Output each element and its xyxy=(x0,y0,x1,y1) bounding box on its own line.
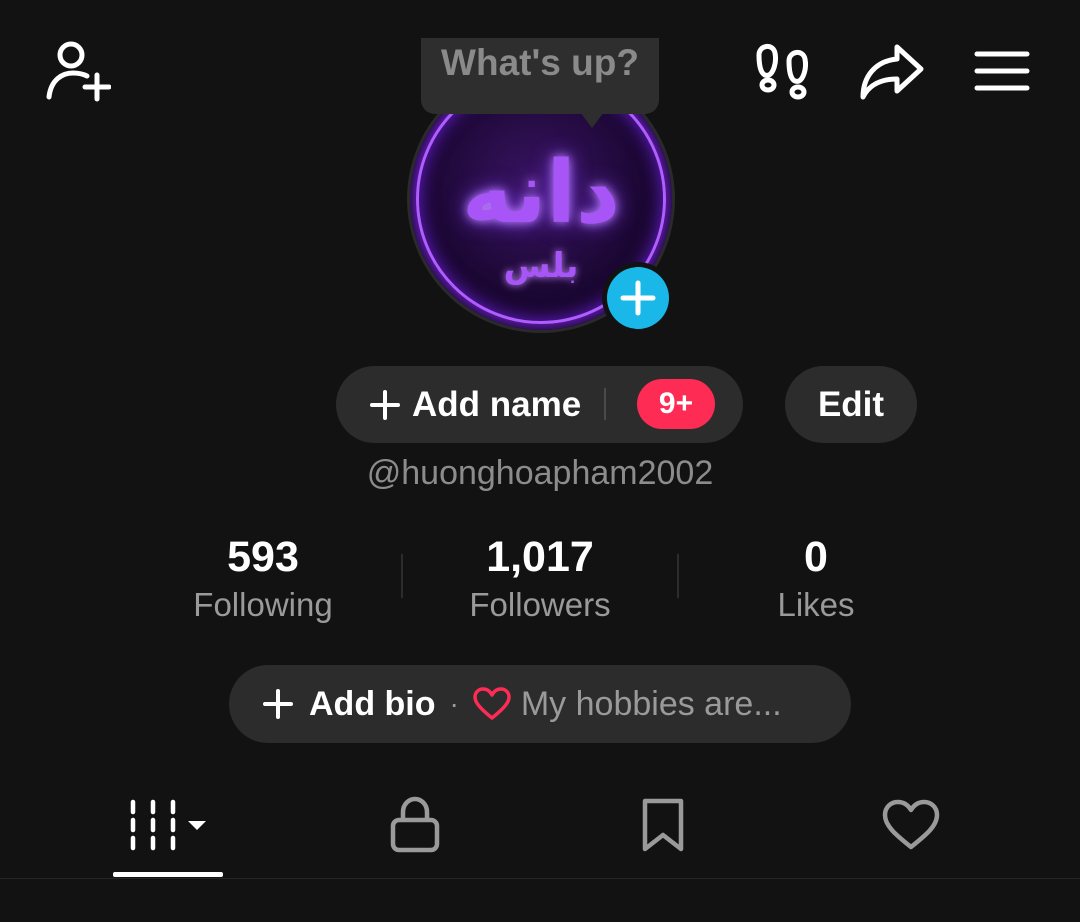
profile-page: دانه بلس What's up? Add name 9+ Edit @hu… xyxy=(0,0,1080,922)
add-friend-button[interactable] xyxy=(40,38,112,104)
tab-selected-indicator xyxy=(113,872,223,877)
edit-profile-button[interactable]: Edit xyxy=(785,366,917,443)
heart-icon xyxy=(473,687,511,720)
stat-following[interactable]: 593 Following xyxy=(125,530,401,626)
add-name-button[interactable]: Add name 9+ xyxy=(336,366,743,443)
add-bio-label: Add bio xyxy=(309,684,436,723)
add-avatar-button[interactable] xyxy=(602,262,674,334)
profile-views-button[interactable] xyxy=(752,40,812,102)
add-bio-button[interactable]: Add bio · My hobbies are... xyxy=(229,665,851,743)
menu-button[interactable] xyxy=(972,48,1032,94)
stat-likes[interactable]: 0 Likes xyxy=(678,530,954,626)
tab-private[interactable] xyxy=(360,790,470,860)
share-button[interactable] xyxy=(858,40,926,102)
username: @huonghoapham2002 xyxy=(366,454,714,492)
tab-saved[interactable] xyxy=(608,790,718,860)
pill-divider xyxy=(604,388,606,420)
person-plus-icon xyxy=(46,41,111,102)
bio-hint: My hobbies are... xyxy=(520,684,782,723)
stat-value: 0 xyxy=(804,533,828,581)
tooltip-tail xyxy=(580,112,604,128)
lock-icon xyxy=(390,796,440,853)
add-avatar-circle xyxy=(607,267,669,329)
footprints-icon xyxy=(756,44,808,100)
stat-value: 1,017 xyxy=(486,533,594,581)
plus-icon xyxy=(263,689,293,719)
stat-label: Following xyxy=(193,586,333,623)
tooltip-text: What's up? xyxy=(441,42,639,83)
notification-badge: 9+ xyxy=(637,379,715,429)
heart-outline-icon xyxy=(882,799,940,850)
add-name-label: Add name xyxy=(412,384,582,424)
plus-icon xyxy=(370,389,400,420)
stat-label: Likes xyxy=(777,586,855,623)
stat-label: Followers xyxy=(469,586,611,623)
tab-videos[interactable] xyxy=(113,790,223,860)
stat-value: 593 xyxy=(227,533,299,581)
share-arrow-icon xyxy=(860,44,924,100)
plus-icon xyxy=(620,280,656,316)
bookmark-icon xyxy=(642,798,684,852)
tab-liked[interactable] xyxy=(856,790,966,860)
tab-divider xyxy=(0,878,1080,879)
avatar-logo-text: دانه xyxy=(461,143,621,243)
bio-separator: · xyxy=(449,688,459,719)
hamburger-menu-icon xyxy=(974,51,1030,91)
stat-followers[interactable]: 1,017 Followers xyxy=(402,530,678,626)
status-tooltip[interactable]: What's up? xyxy=(421,38,659,114)
videos-grid-icon xyxy=(130,799,206,851)
